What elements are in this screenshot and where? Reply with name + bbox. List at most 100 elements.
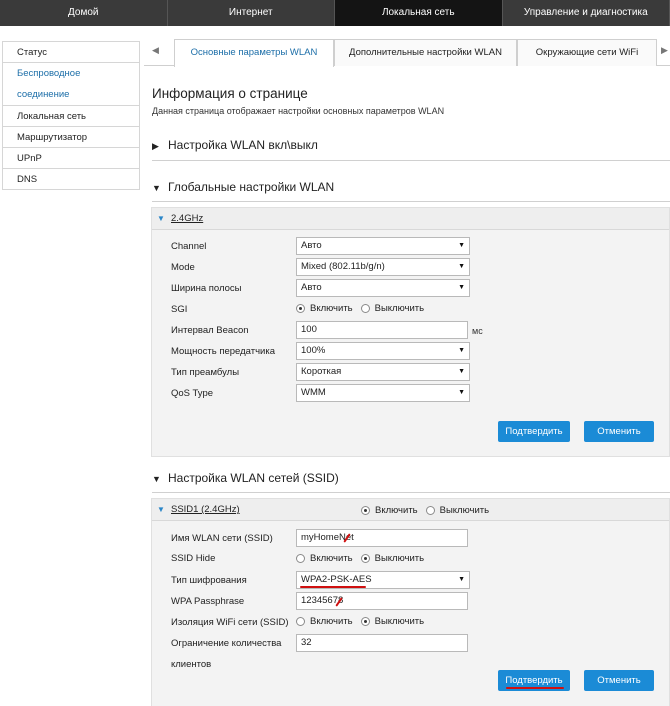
- section-wlan-onoff[interactable]: ▶ Настройка WLAN вкл\выкл: [152, 138, 670, 161]
- clients-label: Ограничение количества: [171, 638, 282, 649]
- band-header[interactable]: ▼ 2.4GHz: [152, 208, 669, 230]
- nav-tab-management[interactable]: Управление и диагностика: [503, 0, 670, 26]
- sidebar-item-upnp[interactable]: UPnP: [3, 148, 139, 169]
- ssid-name-input[interactable]: myHomeNet: [296, 529, 468, 547]
- sidebar-item-dns[interactable]: DNS: [3, 169, 139, 190]
- global-cancel-button[interactable]: Отменить: [584, 421, 654, 442]
- mode-select[interactable]: Mixed (802.11b/g/n) ▼: [296, 258, 470, 276]
- tab-nearby-wifi[interactable]: Окружающие сети WiFi: [517, 39, 657, 66]
- nav-tab-home[interactable]: Домой: [0, 0, 168, 26]
- nav-tab-local-network[interactable]: Локальная сеть: [335, 0, 503, 26]
- tabs-left-arrow-icon[interactable]: ◀: [152, 45, 159, 56]
- isolation-on-option[interactable]: Включить: [296, 616, 353, 627]
- bandwidth-value: Авто: [301, 282, 322, 293]
- page-description: Данная страница отображает настройки осн…: [152, 106, 445, 116]
- sgi-disable-option[interactable]: Выключить: [360, 303, 425, 314]
- radio-checked-icon[interactable]: [296, 304, 305, 313]
- global-confirm-button[interactable]: Подтвердить: [498, 421, 570, 442]
- divider: [152, 492, 670, 493]
- radio-checked-icon[interactable]: [360, 554, 370, 563]
- radio-checked-icon[interactable]: [360, 617, 370, 626]
- sidebar-item-status[interactable]: Статус: [3, 42, 139, 63]
- collapse-down-icon: ▼: [157, 505, 165, 514]
- ssid-hide-on-option[interactable]: Включить: [296, 553, 353, 564]
- sgi-disable-label: Выключить: [374, 303, 425, 314]
- top-navigation: Домой Интернет Локальная сеть Управление…: [0, 0, 670, 26]
- ssid-hide-off-label: Выключить: [374, 553, 425, 564]
- beacon-input[interactable]: 100: [296, 321, 468, 339]
- ssid-enable-label: Включить: [375, 505, 418, 516]
- sgi-enable-label: Включить: [310, 303, 353, 314]
- sgi-radio-group: Включить Выключить: [296, 303, 432, 314]
- radio-unchecked-icon[interactable]: [425, 506, 435, 515]
- ssid-enable-radio-group: Включить Выключить: [361, 505, 497, 516]
- isolation-on-label: Включить: [310, 616, 353, 627]
- dropdown-arrow-icon: ▼: [458, 368, 465, 375]
- sub-tabs: ◀ Основные параметры WLAN Дополнительные…: [144, 39, 670, 67]
- isolation-off-label: Выключить: [374, 616, 425, 627]
- section-ssid[interactable]: ▼ Настройка WLAN сетей (SSID): [152, 471, 670, 493]
- preamble-label: Тип преамбулы: [171, 367, 240, 378]
- sidebar-item-wireless[interactable]: Беспроводное соединение: [3, 63, 139, 106]
- ssid-name-link[interactable]: SSID1 (2.4GHz): [171, 504, 240, 515]
- ssid-hide-off-option[interactable]: Выключить: [360, 553, 425, 564]
- power-label: Мощность передатчика: [171, 346, 275, 357]
- sidebar-item-wireless-line2: соединение: [17, 89, 70, 100]
- collapse-down-icon: ▼: [157, 214, 165, 223]
- divider: [152, 160, 670, 161]
- clients-label-continued: клиентов: [171, 659, 212, 670]
- sgi-enable-option[interactable]: Включить: [296, 303, 353, 314]
- isolation-label: Изоляция WiFi сети (SSID): [171, 617, 289, 628]
- sidebar-item-local-network[interactable]: Локальная сеть: [3, 106, 139, 127]
- mode-label: Mode: [171, 262, 195, 273]
- band-label[interactable]: 2.4GHz: [171, 213, 203, 224]
- mode-value: Mixed (802.11b/g/n): [301, 261, 385, 272]
- encryption-label: Тип шифрования: [171, 575, 247, 586]
- ssid-disable-option[interactable]: Выключить: [425, 505, 490, 516]
- dropdown-arrow-icon: ▼: [458, 576, 465, 583]
- channel-label: Channel: [171, 241, 207, 252]
- tab-basic-wlan[interactable]: Основные параметры WLAN: [174, 39, 334, 67]
- section-wlan-onoff-label: Настройка WLAN вкл\выкл: [168, 138, 318, 152]
- dropdown-arrow-icon: ▼: [458, 284, 465, 291]
- preamble-value: Короткая: [301, 366, 342, 377]
- section-ssid-label: Настройка WLAN сетей (SSID): [168, 471, 339, 485]
- red-underline-annotation: [506, 687, 564, 689]
- isolation-off-option[interactable]: Выключить: [360, 616, 425, 627]
- passphrase-label: WPA Passphrase: [171, 596, 245, 607]
- tab-advanced-wlan[interactable]: Дополнительные настройки WLAN: [334, 39, 517, 66]
- qos-select[interactable]: WMM ▼: [296, 384, 470, 402]
- expand-down-icon: ▼: [152, 183, 161, 193]
- dropdown-arrow-icon: ▼: [458, 263, 465, 270]
- beacon-label: Интервал Beacon: [171, 325, 249, 336]
- channel-value: Авто: [301, 240, 322, 251]
- section-global-wlan-label: Глобальные настройки WLAN: [168, 180, 335, 194]
- channel-select[interactable]: Авто ▼: [296, 237, 470, 255]
- radio-unchecked-icon[interactable]: [296, 617, 305, 626]
- radio-unchecked-icon[interactable]: [296, 554, 305, 563]
- sidebar: Статус Беспроводное соединение Локальная…: [2, 41, 140, 190]
- bandwidth-select[interactable]: Авто ▼: [296, 279, 470, 297]
- ssid-hide-radio-group: Включить Выключить: [296, 553, 432, 564]
- dropdown-arrow-icon: ▼: [458, 347, 465, 354]
- sgi-label: SGI: [171, 304, 188, 315]
- red-underline-annotation: [300, 586, 366, 588]
- expand-down-icon: ▼: [152, 474, 161, 484]
- radio-checked-icon[interactable]: [361, 506, 370, 515]
- beacon-unit: мс: [472, 326, 483, 336]
- sidebar-item-router[interactable]: Маршрутизатор: [3, 127, 139, 148]
- ssid-enable-option[interactable]: Включить: [361, 505, 418, 516]
- clients-limit-input[interactable]: 32: [296, 634, 468, 652]
- dropdown-arrow-icon: ▼: [458, 389, 465, 396]
- section-global-wlan[interactable]: ▼ Глобальные настройки WLAN: [152, 180, 670, 202]
- ssid-disable-label: Выключить: [439, 505, 490, 516]
- power-select[interactable]: 100% ▼: [296, 342, 470, 360]
- tabs-right-arrow-icon[interactable]: ▶: [661, 45, 668, 56]
- passphrase-input[interactable]: 12345678: [296, 592, 468, 610]
- ssid-name-label: Имя WLAN сети (SSID): [171, 533, 273, 544]
- preamble-select[interactable]: Короткая ▼: [296, 363, 470, 381]
- radio-unchecked-icon[interactable]: [360, 304, 370, 313]
- ssid-hide-label: SSID Hide: [171, 553, 216, 564]
- nav-tab-internet[interactable]: Интернет: [168, 0, 335, 26]
- ssid-cancel-button[interactable]: Отменить: [584, 670, 654, 691]
